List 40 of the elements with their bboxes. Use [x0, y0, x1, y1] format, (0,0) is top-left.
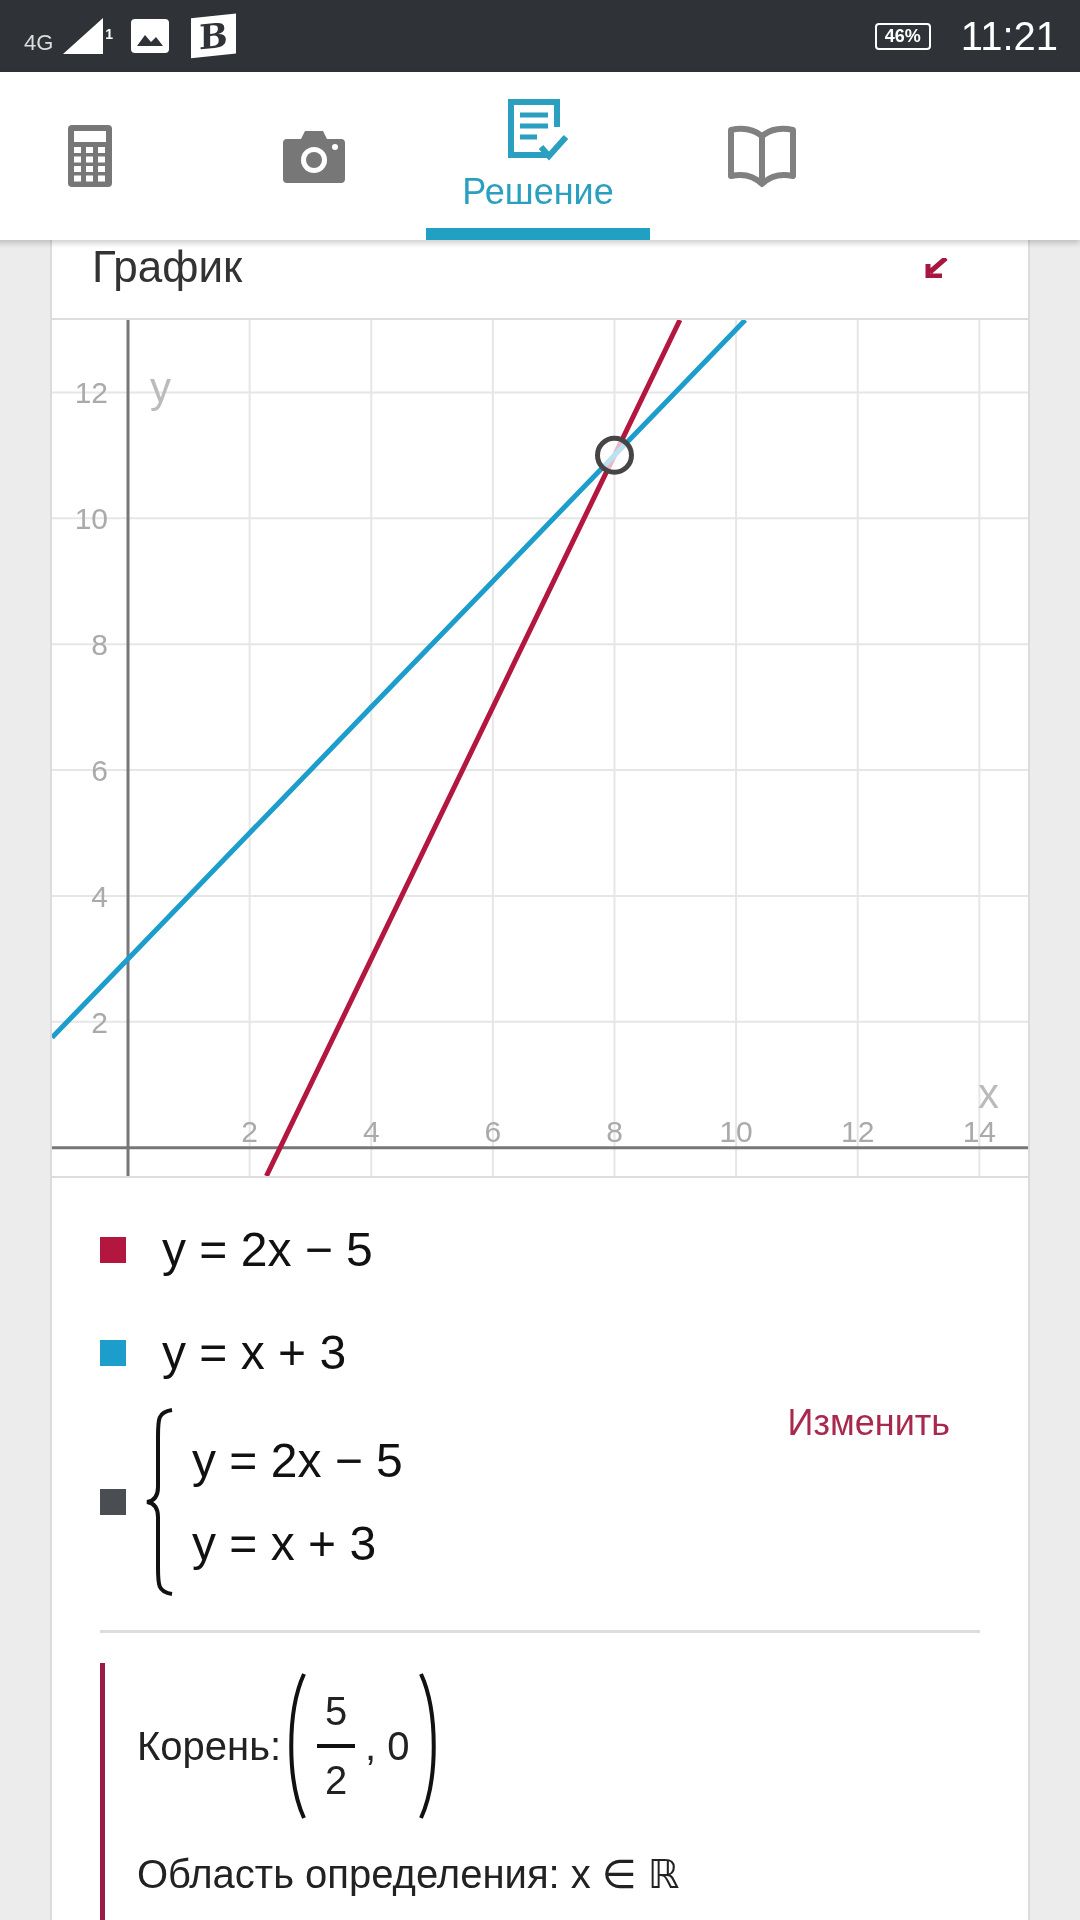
tick-label: 10	[74, 502, 108, 536]
tick-label: 12	[74, 376, 108, 410]
arrow-icon[interactable]	[924, 258, 948, 278]
book-icon	[728, 124, 796, 188]
camera-icon	[283, 129, 345, 183]
tick-label: 2	[241, 1114, 258, 1148]
axis-label: y	[150, 364, 171, 411]
sim-number: 1	[105, 26, 114, 42]
brace-icon	[144, 1407, 174, 1597]
tick-label: 2	[91, 1005, 108, 1039]
tick-label: 6	[91, 754, 108, 788]
equation: y = x + 3	[192, 1516, 378, 1571]
calculator-icon	[68, 125, 112, 187]
battery-indicator: 46%	[874, 22, 931, 50]
document-check-icon	[507, 99, 569, 163]
clock: 11:21	[960, 13, 1058, 59]
equation: y = 2x − 5	[162, 1222, 373, 1277]
denominator: 2	[324, 1758, 348, 1803]
tick-label: 8	[606, 1114, 623, 1148]
image-icon	[131, 19, 170, 53]
tick-label: 12	[841, 1114, 875, 1148]
root-value: , 0	[365, 1723, 410, 1769]
domain-text: Область определения: x ∈ ℝ	[137, 1851, 681, 1897]
tick-label: 6	[484, 1114, 502, 1148]
edit-link[interactable]: Изменить	[787, 1402, 950, 1444]
tick-label: 4	[362, 1114, 380, 1148]
tick-label: 8	[91, 628, 108, 662]
tick-label: 14	[962, 1114, 997, 1148]
equation: y = 2x − 5	[192, 1433, 403, 1488]
tick-label: 10	[719, 1114, 753, 1148]
equation: y = x + 3	[162, 1325, 347, 1380]
card-title: График	[92, 242, 243, 292]
network-type: 4G	[24, 30, 54, 56]
signal-icon	[63, 18, 104, 54]
intersection-marker	[595, 435, 634, 475]
tick-label: 4	[91, 879, 108, 913]
app-badge: B	[191, 13, 236, 59]
root-label: Корень:	[137, 1723, 282, 1769]
numerator: 5	[324, 1689, 348, 1734]
axis-label: x	[978, 1069, 999, 1117]
